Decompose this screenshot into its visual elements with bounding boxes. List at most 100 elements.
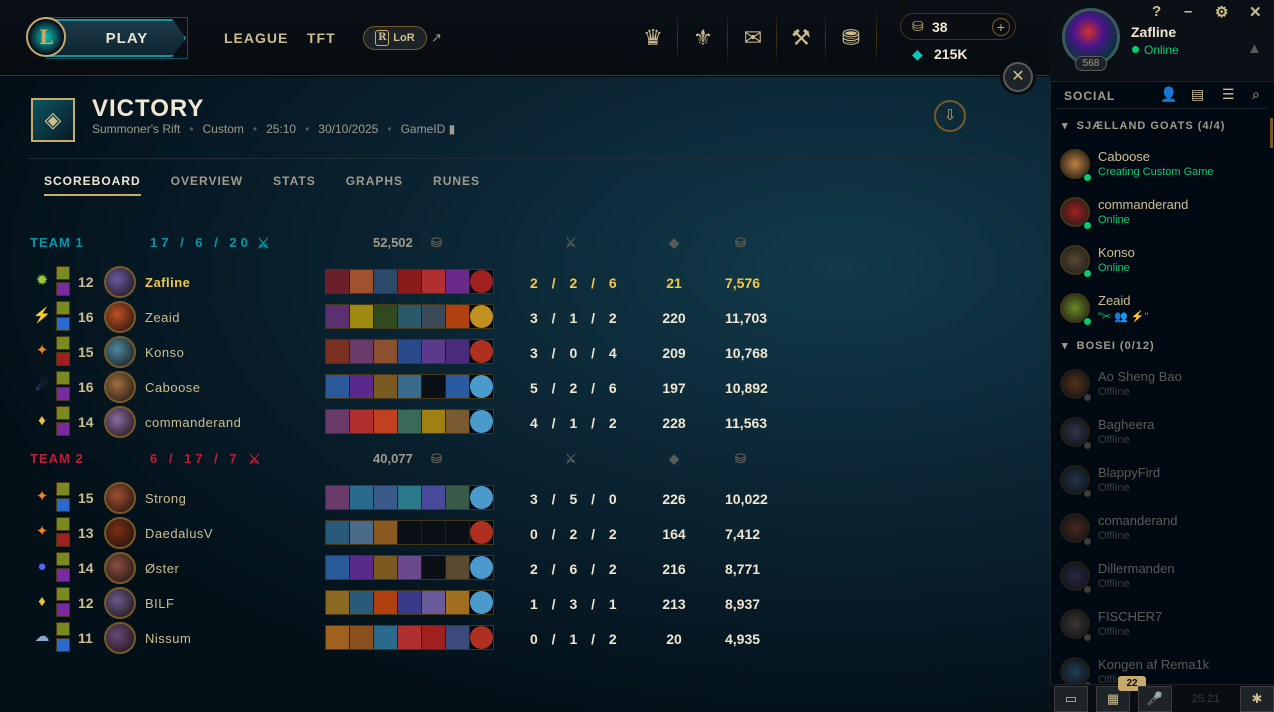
item-slot[interactable] xyxy=(398,521,422,544)
add-friend-icon[interactable]: 👤 xyxy=(1160,86,1177,103)
item-slot[interactable] xyxy=(374,626,398,649)
notifications-bell-icon[interactable]: ▲ xyxy=(1247,40,1262,57)
player-row[interactable]: ♦ 12 BILF 1 / 3 / 1 213 8,937 xyxy=(0,587,800,619)
rune-icons[interactable] xyxy=(56,336,70,366)
player-name[interactable]: Caboose xyxy=(145,380,201,395)
rune-icons[interactable] xyxy=(56,482,70,512)
loot-icon[interactable]: ⚒ xyxy=(785,22,817,54)
player-name[interactable]: Zeaid xyxy=(145,310,180,325)
item-slot[interactable] xyxy=(470,486,493,509)
tab-overview[interactable]: OVERVIEW xyxy=(171,174,243,196)
item-slot[interactable] xyxy=(374,270,398,293)
download-replay-button[interactable]: ⇩ xyxy=(934,100,966,132)
champion-portrait[interactable] xyxy=(104,552,136,584)
tab-stats[interactable]: STATS xyxy=(273,174,316,196)
item-slot[interactable] xyxy=(446,486,470,509)
player-row[interactable]: ⚡ 16 Zeaid 3 / 1 / 2 220 11,703 xyxy=(0,301,800,333)
summoner-spell-icon[interactable]: ✦ xyxy=(32,487,52,507)
item-slot[interactable] xyxy=(422,486,446,509)
report-bug-icon[interactable]: ✱ xyxy=(1240,686,1274,712)
item-slot[interactable] xyxy=(446,556,470,579)
item-slot[interactable] xyxy=(422,521,446,544)
item-slot[interactable] xyxy=(326,340,350,363)
friend-entry[interactable]: commanderand Online xyxy=(1056,193,1256,237)
item-slot[interactable] xyxy=(350,270,374,293)
item-slot[interactable] xyxy=(374,340,398,363)
friend-entry[interactable]: Dillermanden Offline xyxy=(1056,557,1256,601)
friend-entry[interactable]: Ao Sheng Bao Offline xyxy=(1056,365,1256,409)
item-slot[interactable] xyxy=(398,375,422,398)
nav-tft[interactable]: TFT xyxy=(307,30,336,46)
item-slot[interactable] xyxy=(398,486,422,509)
help-icon[interactable]: ? xyxy=(1152,3,1161,20)
game-id-copy[interactable]: GameID ▮ xyxy=(401,122,456,136)
play-button[interactable]: PLAY xyxy=(48,19,186,57)
item-slot[interactable] xyxy=(446,521,470,544)
summoner-spell-icon[interactable]: ♦ xyxy=(32,411,52,431)
profile-crest-icon[interactable]: ⚜ xyxy=(687,22,719,54)
item-slot[interactable] xyxy=(398,270,422,293)
league-logo-icon[interactable]: L xyxy=(26,17,66,57)
item-slot[interactable] xyxy=(398,340,422,363)
item-slot[interactable] xyxy=(470,340,493,363)
summoner-spell-icon[interactable]: ☁ xyxy=(32,627,52,647)
item-slot[interactable] xyxy=(350,410,374,433)
item-slot[interactable] xyxy=(398,591,422,614)
champion-portrait[interactable] xyxy=(104,482,136,514)
nav-lor-button[interactable]: R LoR xyxy=(363,26,427,50)
player-name[interactable]: Strong xyxy=(145,491,186,506)
voice-mic-icon[interactable]: 🎤 xyxy=(1138,686,1172,712)
item-slot[interactable] xyxy=(326,375,350,398)
player-name[interactable]: Konso xyxy=(145,345,184,360)
item-slot[interactable] xyxy=(374,375,398,398)
store-coins-icon[interactable]: ⛃ xyxy=(835,22,867,54)
summoner-spell-icon[interactable]: ♦ xyxy=(32,592,52,612)
minimize-icon[interactable]: – xyxy=(1184,3,1192,20)
item-slot[interactable] xyxy=(374,486,398,509)
item-slot[interactable] xyxy=(326,305,350,328)
item-slot[interactable] xyxy=(446,305,470,328)
rune-icons[interactable] xyxy=(56,406,70,436)
item-slot[interactable] xyxy=(422,375,446,398)
friend-entry[interactable]: BlappyFird Offline xyxy=(1056,461,1256,505)
item-slot[interactable] xyxy=(470,556,493,579)
summoner-spell-icon[interactable]: ✦ xyxy=(32,522,52,542)
summoner-spell-icon[interactable]: ✹ xyxy=(32,271,52,291)
item-slot[interactable] xyxy=(350,486,374,509)
chat-icon[interactable]: ▭ xyxy=(1054,686,1088,712)
summoner-spell-icon[interactable]: ✦ xyxy=(32,341,52,361)
champion-portrait[interactable] xyxy=(104,517,136,549)
rune-icons[interactable] xyxy=(56,552,70,582)
list-view-icon[interactable]: ☰ xyxy=(1222,86,1235,103)
friend-entry[interactable]: Caboose Creating Custom Game xyxy=(1056,145,1256,189)
item-slot[interactable] xyxy=(422,270,446,293)
item-slot[interactable] xyxy=(374,556,398,579)
item-slot[interactable] xyxy=(422,591,446,614)
friend-entry[interactable]: Bagheera Offline xyxy=(1056,413,1256,457)
player-row[interactable]: ✦ 13 DaedalusV 0 / 2 / 2 164 7,412 xyxy=(0,517,800,549)
clash-trophy-icon[interactable]: ♛ xyxy=(637,22,669,54)
item-slot[interactable] xyxy=(470,626,493,649)
search-icon[interactable]: ⌕ xyxy=(1252,86,1260,103)
item-slot[interactable] xyxy=(398,626,422,649)
player-row[interactable]: ✦ 15 Konso 3 / 0 / 4 209 10,768 xyxy=(0,336,800,368)
item-slot[interactable] xyxy=(374,410,398,433)
item-slot[interactable] xyxy=(326,486,350,509)
item-slot[interactable] xyxy=(398,305,422,328)
buy-rp-button[interactable]: + xyxy=(992,18,1010,36)
player-name[interactable]: commanderand xyxy=(145,415,241,430)
player-row[interactable]: ☄ 16 Caboose 5 / 2 / 6 197 10,892 xyxy=(0,371,800,403)
item-slot[interactable] xyxy=(422,626,446,649)
item-slot[interactable] xyxy=(446,375,470,398)
item-slot[interactable] xyxy=(374,521,398,544)
champion-portrait[interactable] xyxy=(104,622,136,654)
item-slot[interactable] xyxy=(446,626,470,649)
item-slot[interactable] xyxy=(326,626,350,649)
player-row[interactable]: ● 14 Øster 2 / 6 / 2 216 8,771 xyxy=(0,552,800,584)
item-slot[interactable] xyxy=(374,305,398,328)
item-slot[interactable] xyxy=(326,591,350,614)
item-slot[interactable] xyxy=(350,521,374,544)
champion-portrait[interactable] xyxy=(104,587,136,619)
player-row[interactable]: ♦ 14 commanderand 4 / 1 / 2 228 11,563 xyxy=(0,406,800,438)
item-slot[interactable] xyxy=(422,340,446,363)
